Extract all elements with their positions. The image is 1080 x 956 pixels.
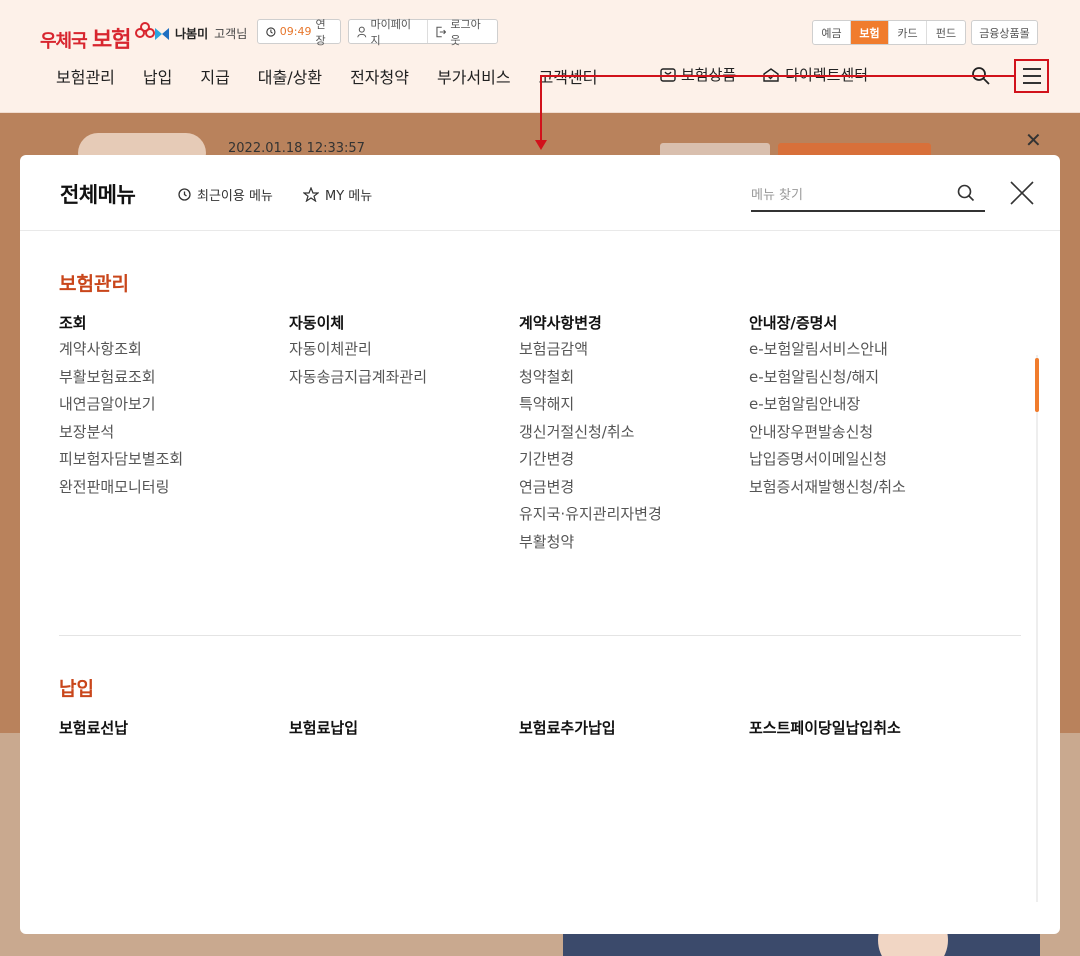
menu-item[interactable]: e-보험알림서비스안내	[749, 336, 969, 364]
all-menu-button[interactable]	[1014, 59, 1049, 93]
service-tab-fund[interactable]: 펀드	[927, 21, 965, 44]
menu-item[interactable]: 보장분석	[59, 419, 279, 447]
menu-item[interactable]: 자동송금지급계좌관리	[289, 364, 509, 392]
menu-group-title[interactable]: 조회	[59, 310, 279, 336]
user-name: 나봄미	[175, 27, 209, 41]
logo-flower-icon	[135, 22, 156, 38]
search-icon[interactable]	[957, 184, 975, 202]
menu-column-additional-payment: 보험료추가납입	[519, 715, 739, 741]
menu-column-notices-certificates: 안내장/증명서 e-보험알림서비스안내 e-보험알림신청/해지 e-보험알림안내…	[749, 310, 969, 501]
logout-label: 로그아웃	[450, 17, 481, 47]
logout-button[interactable]: 로그아웃	[426, 18, 497, 47]
mypage-label: 마이페이지	[370, 17, 412, 47]
account-links: 마이페이지 로그아웃	[348, 18, 498, 47]
section-divider	[59, 635, 1021, 636]
menu-column-auto-transfer: 자동이체 자동이체관리 자동송금지급계좌관리	[289, 310, 509, 391]
session-time: 09:49	[279, 25, 312, 38]
menu-item[interactable]: 계약사항조회	[59, 336, 279, 364]
menu-column-premium-payment: 보험료납입	[289, 715, 509, 741]
person-icon	[357, 26, 367, 37]
nav-additional-services[interactable]: 부가서비스	[437, 64, 511, 88]
menu-group-title[interactable]: 보험료추가납입	[519, 715, 739, 741]
menu-column-inquiry: 조회 계약사항조회 부활보험료조회 내연금알아보기 보장분석 피보험자담보별조회…	[59, 310, 279, 501]
menu-item[interactable]: 부활보험료조회	[59, 364, 279, 392]
menu-icon-bar	[1022, 75, 1041, 77]
modal-scrollbar-track[interactable]	[1036, 355, 1038, 902]
menu-item[interactable]: 갱신거절신청/취소	[519, 419, 739, 447]
menu-icon-bar	[1022, 68, 1041, 70]
nav-insurance-management[interactable]: 보험관리	[56, 64, 115, 88]
menu-column-contract-change: 계약사항변경 보험금감액 청약철회 특약해지 갱신거절신청/취소 기간변경 연금…	[519, 310, 739, 556]
my-menu-label: MY 메뉴	[325, 189, 373, 204]
annotation-arrow-line	[540, 75, 542, 141]
nav-payment[interactable]: 납입	[143, 64, 172, 88]
background-datetime: 2022.01.18 12:33:57	[228, 141, 365, 156]
logo-text: 우체국 보험	[40, 28, 131, 53]
site-logo[interactable]: 우체국 보험	[40, 22, 156, 54]
close-icon[interactable]	[1008, 179, 1036, 207]
menu-group-title[interactable]: 계약사항변경	[519, 310, 739, 336]
menu-item[interactable]: 기간변경	[519, 446, 739, 474]
menu-search	[751, 179, 985, 212]
clock-icon	[178, 188, 191, 201]
menu-group-title[interactable]: 보험료납입	[289, 715, 509, 741]
menu-search-input[interactable]	[751, 183, 941, 207]
nav-loan-repayment[interactable]: 대출/상환	[258, 64, 322, 88]
menu-item[interactable]: 유지국·유지관리자변경	[519, 501, 739, 529]
recent-menu-button[interactable]: 최근이용 메뉴	[178, 185, 273, 204]
menu-item[interactable]: e-보험알림안내장	[749, 391, 969, 419]
menu-item[interactable]: 납입증명서이메일신청	[749, 446, 969, 474]
clock-icon	[266, 26, 276, 37]
menu-item[interactable]: 보험금감액	[519, 336, 739, 364]
recent-menu-label: 최근이용 메뉴	[197, 189, 273, 204]
mypage-button[interactable]: 마이페이지	[349, 18, 427, 47]
menu-item[interactable]: 피보험자담보별조회	[59, 446, 279, 474]
modal-title: 전체메뉴	[60, 183, 136, 207]
annotation-arrow-line	[540, 75, 1016, 77]
nav-e-subscription[interactable]: 전자청약	[350, 64, 409, 88]
menu-column-postpay-cancel: 포스트페이당일납입취소	[749, 715, 969, 741]
menu-item[interactable]: 특약해지	[519, 391, 739, 419]
menu-item[interactable]: 연금변경	[519, 474, 739, 502]
menu-item[interactable]: 안내장우편발송신청	[749, 419, 969, 447]
user-info: 나봄미 고객님	[155, 25, 247, 42]
star-icon	[303, 187, 319, 202]
session-extend-button[interactable]: 09:49 연장	[257, 18, 341, 47]
section-title-insurance-management[interactable]: 보험관리	[59, 269, 129, 296]
menu-group-title[interactable]: 안내장/증명서	[749, 310, 969, 336]
modal-scrollbar-thumb[interactable]	[1035, 358, 1039, 412]
main-nav: 보험관리 납입 지급 대출/상환 전자청약 부가서비스 고객센터	[56, 64, 597, 88]
menu-item[interactable]: 청약철회	[519, 364, 739, 392]
modal-header: 전체메뉴 최근이용 메뉴 MY 메뉴	[20, 155, 1060, 231]
user-grade-icon	[155, 27, 169, 40]
my-menu-button[interactable]: MY 메뉴	[303, 185, 372, 204]
service-tab-insurance[interactable]: 보험	[851, 21, 889, 44]
menu-item[interactable]: 부활청약	[519, 529, 739, 557]
menu-item[interactable]: 자동이체관리	[289, 336, 509, 364]
service-tab-card[interactable]: 카드	[889, 21, 927, 44]
annotation-arrow-head	[535, 140, 547, 150]
all-menu-modal: 전체메뉴 최근이용 메뉴 MY 메뉴 보험관리 조회 계약사항조회 부활보험료조…	[20, 155, 1060, 934]
menu-item[interactable]: e-보험알림신청/해지	[749, 364, 969, 392]
menu-icon-bar	[1022, 82, 1041, 84]
nav-claims[interactable]: 지급	[200, 64, 229, 88]
menu-column-prepayment: 보험료선납	[59, 715, 279, 741]
background-close-icon: ✕	[1025, 128, 1042, 152]
service-tab-deposit[interactable]: 예금	[813, 21, 851, 44]
logout-icon	[436, 26, 447, 37]
menu-item[interactable]: 완전판매모니터링	[59, 474, 279, 502]
service-tabs: 예금 보험 카드 펀드	[812, 20, 966, 45]
menu-group-title[interactable]: 자동이체	[289, 310, 509, 336]
financial-products-button[interactable]: 금융상품몰	[971, 20, 1038, 45]
user-suffix: 고객님	[214, 27, 248, 41]
menu-group-title[interactable]: 포스트페이당일납입취소	[749, 715, 969, 741]
menu-group-title[interactable]: 보험료선납	[59, 715, 279, 741]
menu-item[interactable]: 내연금알아보기	[59, 391, 279, 419]
extend-label: 연장	[315, 17, 326, 47]
section-title-payment[interactable]: 납입	[59, 674, 94, 701]
menu-item[interactable]: 보험증서재발행신청/취소	[749, 474, 969, 502]
